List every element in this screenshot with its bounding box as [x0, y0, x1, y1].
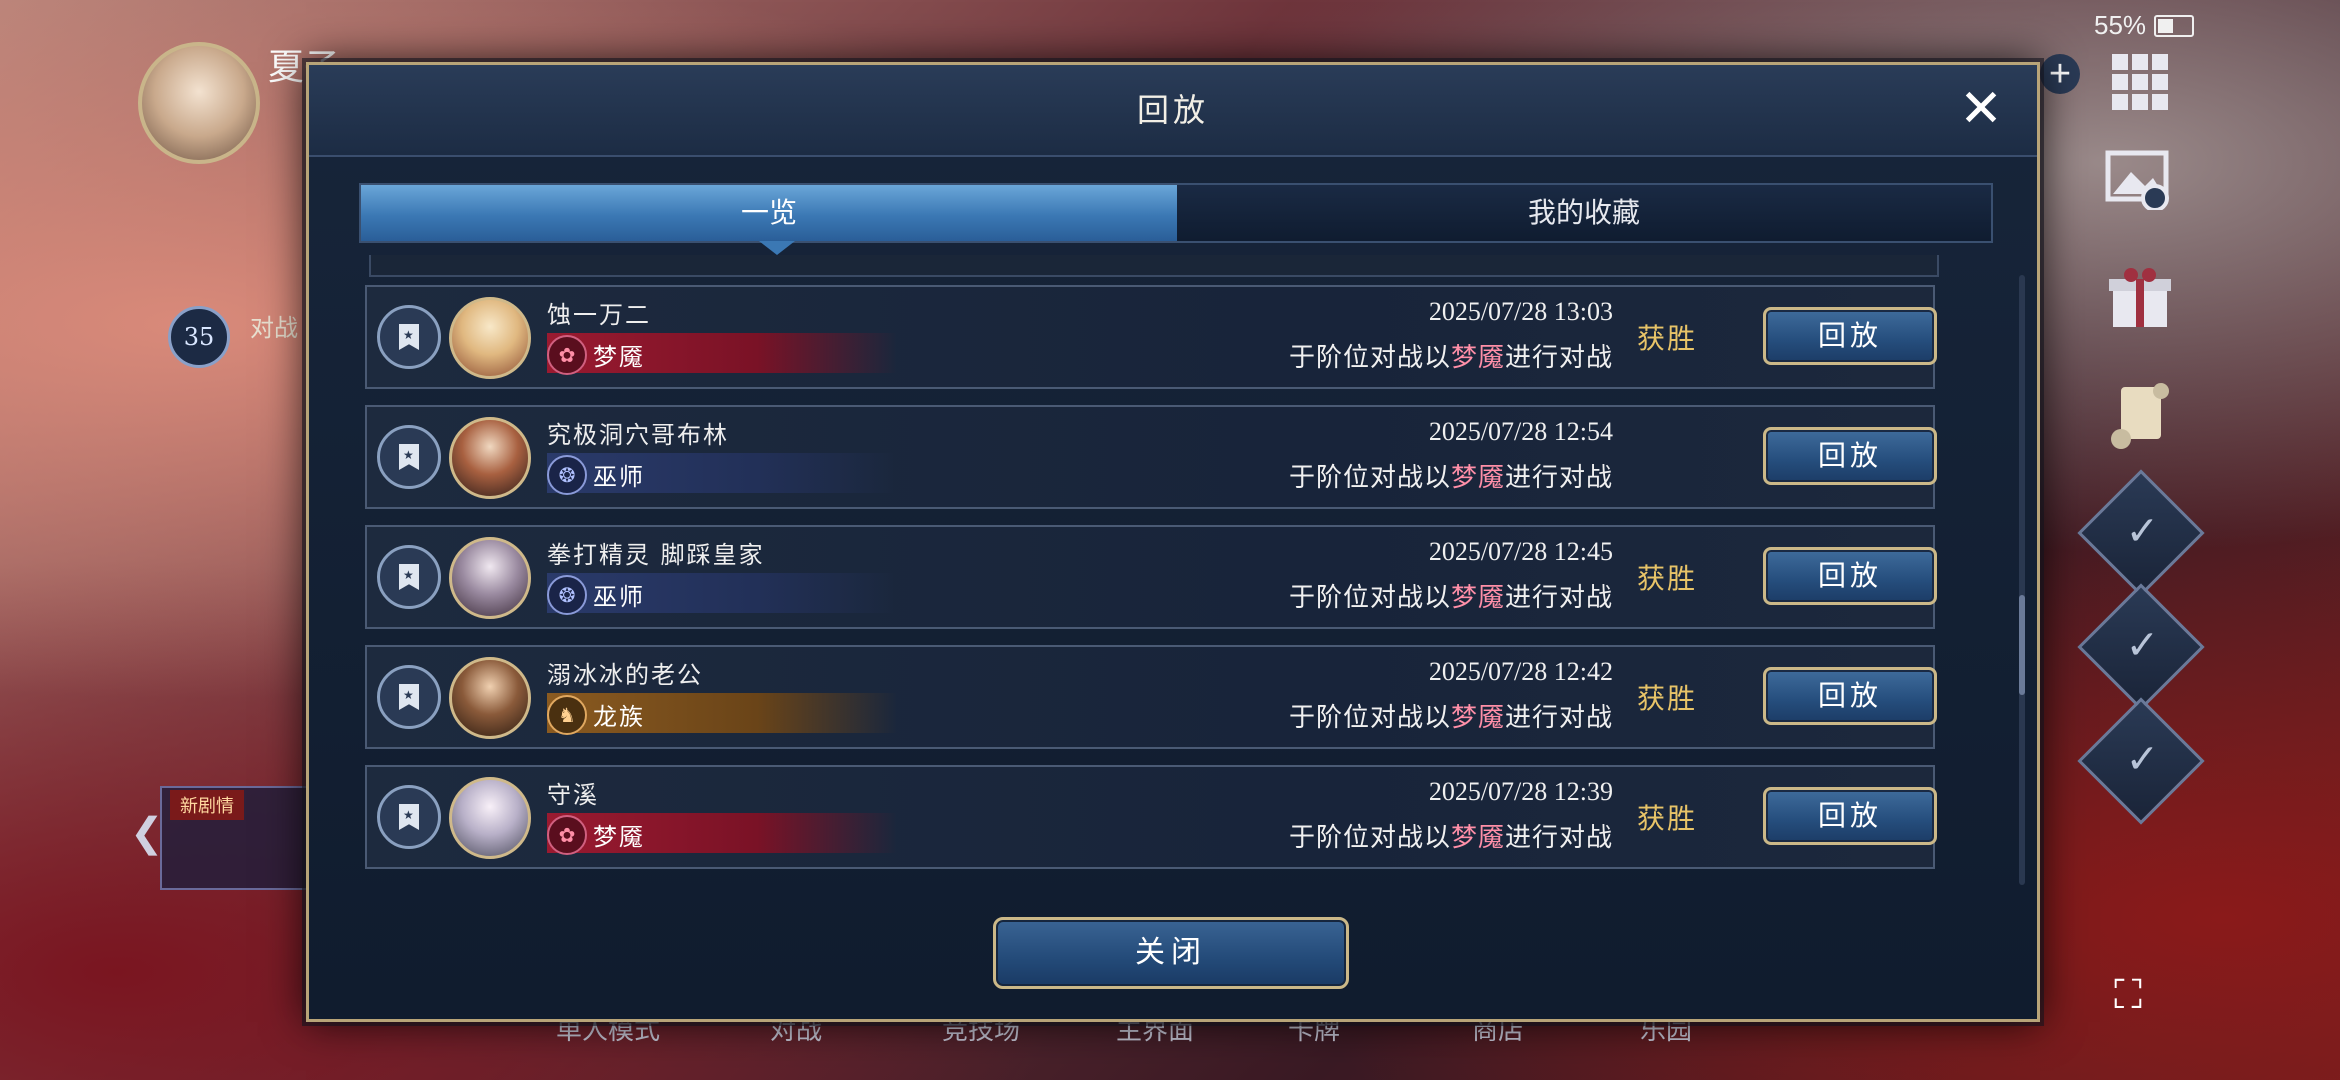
gallery-icon[interactable] — [2100, 140, 2180, 220]
match-desc: 于阶位对战以梦魇进行对战 — [1288, 703, 1613, 733]
opponent-name: 溺冰冰的老公 — [547, 661, 703, 689]
opponent-name: 拳打精灵 脚踩皇家 — [547, 541, 765, 569]
match-date: 2025/07/28 12:54 — [1428, 417, 1613, 446]
grid-menu-icon[interactable] — [2100, 42, 2180, 122]
class-name: 巫师 — [593, 583, 645, 611]
class-name: 梦魇 — [593, 823, 645, 851]
plus-icon[interactable]: + — [2040, 53, 2080, 95]
player-avatar[interactable] — [138, 42, 260, 164]
replay-button[interactable]: 回放 — [1763, 547, 1937, 605]
fullscreen-icon[interactable]: ⛶ — [2114, 972, 2142, 1018]
bookmark-icon[interactable]: ★ — [377, 425, 441, 489]
tab-bar: 一览 我的收藏 — [359, 183, 1993, 255]
match-result: 获胜 — [1637, 802, 1698, 835]
chevron-left-icon[interactable]: ❮ — [130, 810, 164, 856]
opponent-name: 守溪 — [547, 781, 599, 809]
replay-row: ★ 溺冰冰的老公 ♞ 龙族 2025/07/28 12:42 于阶位对战以梦魇进… — [365, 645, 1937, 749]
replay-row: ★ 究极洞穴哥布林 ❂ 巫师 2025/07/28 12:54 于阶位对战以梦魇… — [365, 405, 1937, 509]
replay-button[interactable]: 回放 — [1763, 787, 1937, 845]
story-badge: 新剧情 — [170, 790, 244, 820]
replay-button[interactable]: 回放 — [1763, 667, 1937, 725]
match-desc: 于阶位对战以梦魇进行对战 — [1288, 823, 1613, 853]
bookmark-icon[interactable]: ★ — [377, 545, 441, 609]
dialog-header: 回放 ✕ — [309, 65, 2037, 157]
bookmark-icon[interactable]: ★ — [377, 785, 441, 849]
close-icon[interactable]: ✕ — [1951, 79, 2011, 139]
scrollbar-thumb[interactable] — [2019, 595, 2025, 695]
scroll-icon[interactable] — [2100, 376, 2180, 456]
tab-indicator — [759, 241, 795, 255]
opponent-avatar — [449, 417, 531, 499]
wizard-class-icon: ❂ — [547, 575, 587, 615]
class-tag: ♞ 龙族 — [547, 693, 897, 735]
match-result: 获胜 — [1637, 682, 1698, 715]
scrollbar-track[interactable] — [2019, 275, 2025, 885]
replay-row: ★ 蚀一万二 ✿ 梦魇 2025/07/28 13:03 于阶位对战以梦魇进行对… — [365, 285, 1937, 389]
check-diamond-icon[interactable]: ✓ — [2077, 469, 2205, 597]
class-tag: ✿ 梦魇 — [547, 333, 897, 375]
level-badge: 35 — [168, 306, 230, 368]
match-desc: 于阶位对战以梦魇进行对战 — [1288, 583, 1613, 613]
check-diamond-icon[interactable]: ✓ — [2077, 583, 2205, 711]
wizard-class-icon: ❂ — [547, 455, 587, 495]
opponent-avatar — [449, 657, 531, 739]
battle-pass-label[interactable]: 对战 — [250, 308, 298, 343]
opponent-name: 蚀一万二 — [547, 301, 651, 329]
opponent-avatar — [449, 537, 531, 619]
replay-row: ★ 拳打精灵 脚踩皇家 ❂ 巫师 2025/07/28 12:45 于阶位对战以… — [365, 525, 1937, 629]
class-name: 巫师 — [593, 463, 645, 491]
bookmark-icon[interactable]: ★ — [377, 665, 441, 729]
battery-percent: 55% — [2094, 10, 2147, 40]
nightmare-class-icon: ✿ — [547, 815, 587, 855]
match-result: 获胜 — [1637, 562, 1698, 595]
replay-button[interactable]: 回放 — [1763, 427, 1937, 485]
match-date: 2025/07/28 12:39 — [1428, 777, 1613, 806]
match-date: 2025/07/28 13:03 — [1428, 297, 1613, 326]
replay-dialog: 回放 ✕ 一览 我的收藏 ★ 蚀一万二 ✿ 梦魇 2025/07/28 13:0… — [306, 62, 2040, 1022]
match-desc: 于阶位对战以梦魇进行对战 — [1288, 343, 1613, 373]
opponent-avatar — [449, 297, 531, 379]
close-button[interactable]: 关闭 — [993, 917, 1349, 989]
class-tag: ❂ 巫师 — [547, 453, 897, 495]
dialog-title: 回放 — [1136, 91, 1209, 129]
dragon-class-icon: ♞ — [547, 695, 587, 735]
match-result: 获胜 — [1637, 322, 1698, 355]
opponent-name: 究极洞穴哥布林 — [547, 421, 729, 449]
class-tag: ❂ 巫师 — [547, 573, 897, 615]
battery-icon — [2154, 15, 2194, 37]
class-name: 龙族 — [593, 703, 645, 731]
class-name: 梦魇 — [593, 343, 645, 371]
list-item-partial — [369, 255, 1939, 277]
replay-button[interactable]: 回放 — [1763, 307, 1937, 365]
nightmare-class-icon: ✿ — [547, 335, 587, 375]
check-diamond-icon[interactable]: ✓ — [2077, 697, 2205, 825]
class-tag: ✿ 梦魇 — [547, 813, 897, 855]
opponent-avatar — [449, 777, 531, 859]
gift-icon[interactable] — [2100, 258, 2180, 338]
match-date: 2025/07/28 12:45 — [1428, 537, 1613, 566]
match-desc: 于阶位对战以梦魇进行对战 — [1288, 463, 1613, 493]
replay-list[interactable]: ★ 蚀一万二 ✿ 梦魇 2025/07/28 13:03 于阶位对战以梦魇进行对… — [359, 255, 1959, 945]
tab-overview[interactable]: 一览 — [361, 185, 1177, 241]
bookmark-icon[interactable]: ★ — [377, 305, 441, 369]
replay-row: ★ 守溪 ✿ 梦魇 2025/07/28 12:39 于阶位对战以梦魇进行对战 … — [365, 765, 1937, 869]
tab-favorites[interactable]: 我的收藏 — [1177, 185, 1991, 241]
match-date: 2025/07/28 12:42 — [1428, 657, 1613, 686]
